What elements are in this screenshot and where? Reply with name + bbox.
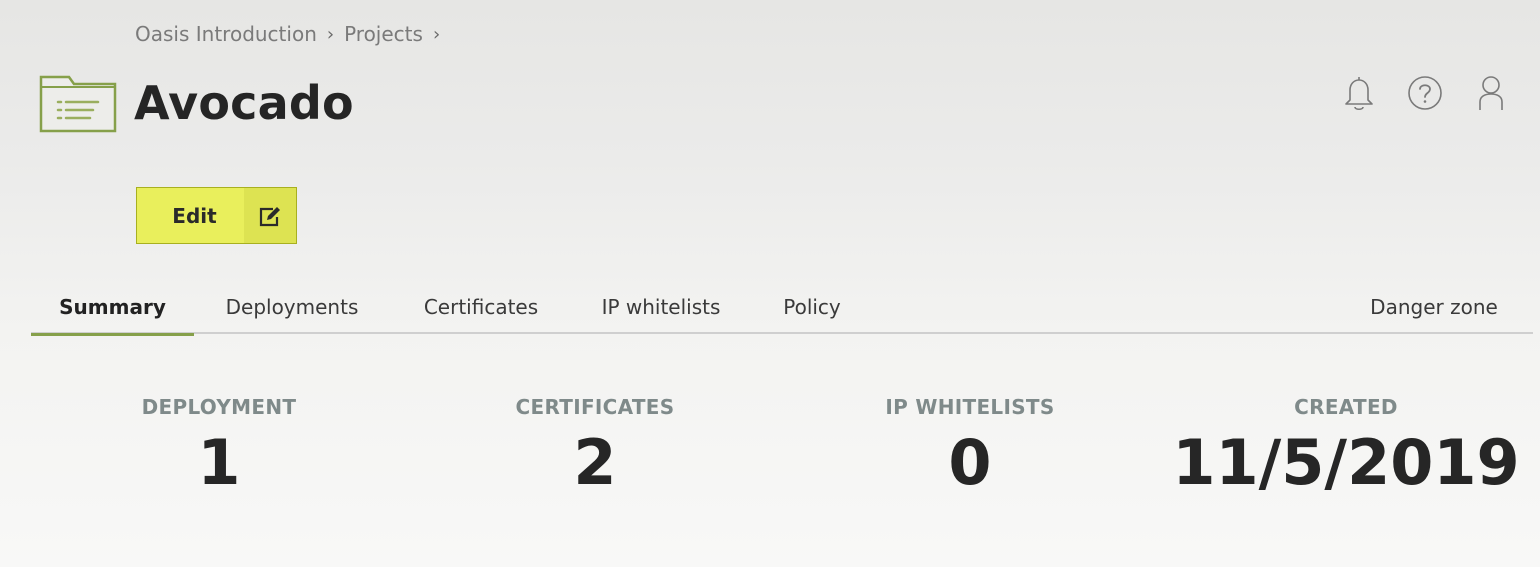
tab-bar: Summary Deployments Certificates IP whit… — [31, 280, 1533, 336]
tab-summary[interactable]: Summary — [31, 280, 194, 336]
header-actions — [1340, 74, 1510, 112]
tab-certificates[interactable]: Certificates — [416, 280, 546, 334]
edit-icon — [244, 188, 296, 243]
breadcrumb: Oasis Introduction › Projects › — [135, 22, 450, 46]
bell-icon[interactable] — [1340, 74, 1378, 112]
breadcrumb-item-oasis-introduction[interactable]: Oasis Introduction — [135, 22, 317, 46]
stat-certificates: CERTIFICATES 2 — [415, 395, 775, 497]
edit-button[interactable]: Edit — [136, 187, 297, 244]
tab-ip-whitelists[interactable]: IP whitelists — [597, 280, 725, 334]
stat-label: CREATED — [1294, 395, 1398, 419]
stat-value: 2 — [573, 426, 617, 499]
breadcrumb-item-projects[interactable]: Projects — [344, 22, 423, 46]
help-icon[interactable] — [1406, 74, 1444, 112]
tab-deployments[interactable]: Deployments — [221, 280, 363, 334]
stat-value: 1 — [197, 426, 241, 499]
tab-policy[interactable]: Policy — [776, 280, 848, 334]
stat-deployment: DEPLOYMENT 1 — [39, 395, 399, 497]
breadcrumb-separator: › — [326, 23, 335, 45]
edit-button-label: Edit — [172, 203, 217, 228]
breadcrumb-separator: › — [432, 23, 441, 45]
stat-value: 0 — [948, 426, 992, 499]
user-icon[interactable] — [1472, 74, 1510, 112]
stat-label: CERTIFICATES — [515, 395, 675, 419]
folder-icon — [38, 72, 118, 134]
stat-label: IP WHITELISTS — [885, 395, 1055, 419]
stat-created: CREATED 11/5/2019 — [1166, 395, 1526, 497]
stat-ip-whitelists: IP WHITELISTS 0 — [790, 395, 1150, 497]
tab-danger-zone[interactable]: Danger zone — [1364, 280, 1504, 334]
stat-label: DEPLOYMENT — [141, 395, 297, 419]
stat-value: 11/5/2019 — [1172, 426, 1520, 499]
page-title: Avocado — [134, 76, 354, 130]
